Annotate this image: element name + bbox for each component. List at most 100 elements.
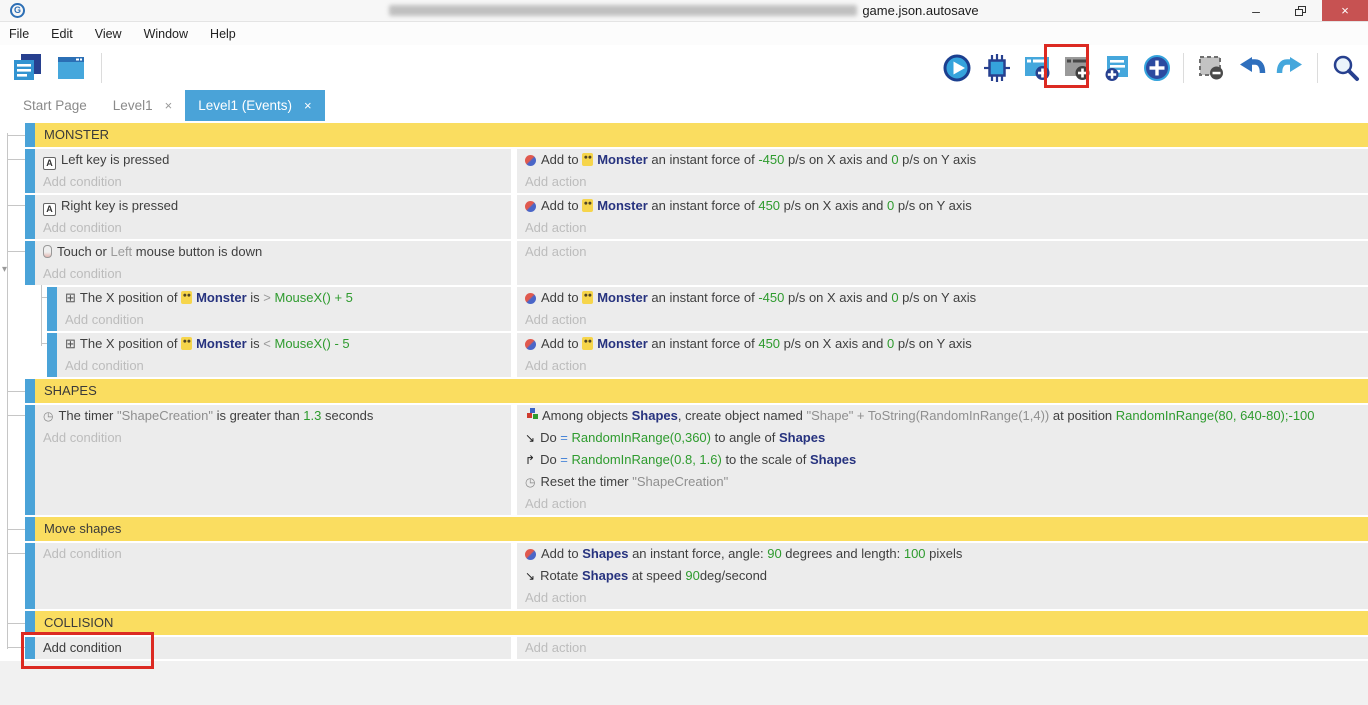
- event-handle-bar[interactable]: [25, 123, 35, 147]
- collapse-arrow-icon[interactable]: ▾: [2, 265, 7, 275]
- timer-icon: ◷: [525, 471, 535, 493]
- add-action-link[interactable]: Add action: [517, 637, 1368, 659]
- tab-level1[interactable]: Level1 ×: [100, 90, 185, 121]
- text-run: degrees and length:: [782, 546, 904, 561]
- add-other-event-button[interactable]: [1138, 49, 1175, 86]
- add-condition-link[interactable]: Add condition: [57, 355, 511, 377]
- delete-event-button[interactable]: [1192, 49, 1229, 86]
- event-row: ALeft key is pressedAdd condition Add to …: [25, 149, 1368, 193]
- add-condition-link[interactable]: Add condition: [35, 263, 511, 285]
- text-run: Reset the timer: [540, 474, 632, 489]
- menu-view[interactable]: View: [84, 27, 133, 41]
- event-handle-bar[interactable]: [25, 637, 35, 659]
- action-line[interactable]: ◷Reset the timer "ShapeCreation": [517, 471, 1368, 493]
- sub-events-group: ⊞The X position of Monster is > MouseX()…: [0, 287, 1368, 377]
- close-button[interactable]: ×: [1322, 0, 1368, 21]
- event-handle-bar[interactable]: [25, 543, 35, 609]
- debug-button[interactable]: [978, 49, 1015, 86]
- add-action-link[interactable]: Add action: [517, 309, 1368, 331]
- comment-label[interactable]: SHAPES: [35, 379, 1368, 403]
- add-action-link[interactable]: Add action: [517, 171, 1368, 193]
- conditions-cell: Add condition: [35, 637, 511, 659]
- menu-help[interactable]: Help: [199, 27, 247, 41]
- add-action-link[interactable]: Add action: [517, 587, 1368, 609]
- comment-label[interactable]: COLLISION: [35, 611, 1368, 635]
- comment-label[interactable]: MONSTER: [35, 123, 1368, 147]
- add-condition-link[interactable]: Add condition: [57, 309, 511, 331]
- add-action-link[interactable]: Add action: [517, 493, 1368, 515]
- action-line[interactable]: Add to Monster an instant force of -450 …: [517, 287, 1368, 309]
- tab-level1-events[interactable]: Level1 (Events) ×: [185, 90, 324, 121]
- condition-line[interactable]: ◷The timer "ShapeCreation" is greater th…: [35, 405, 511, 427]
- menu-window[interactable]: Window: [133, 27, 199, 41]
- minimize-button[interactable]: –: [1234, 0, 1278, 21]
- force-icon: [525, 549, 536, 560]
- event-handle-bar[interactable]: [47, 333, 57, 377]
- comment-row: MONSTER: [25, 123, 1368, 147]
- preview-play-button[interactable]: [938, 49, 975, 86]
- scene-editor-icon: [55, 52, 87, 84]
- tab-label: Level1: [113, 98, 153, 113]
- undo-button[interactable]: [1232, 49, 1269, 86]
- actions-cell: Add action: [517, 637, 1368, 659]
- menu-edit[interactable]: Edit: [40, 27, 84, 41]
- action-line[interactable]: Among objects Shapes, create object name…: [517, 405, 1368, 427]
- event-handle-bar[interactable]: [25, 379, 35, 403]
- comment-label[interactable]: Move shapes: [35, 517, 1368, 541]
- add-comment-button[interactable]: [1098, 49, 1135, 86]
- conditions-cell: Touch or Left mouse button is downAdd co…: [35, 241, 511, 285]
- events-empty-area: [0, 661, 1368, 705]
- event-handle-bar[interactable]: [25, 241, 35, 285]
- close-icon[interactable]: ×: [304, 98, 312, 113]
- actions-cell: Add to Monster an instant force of -450 …: [517, 287, 1368, 331]
- comment-row: SHAPES: [25, 379, 1368, 403]
- action-line[interactable]: Add to Monster an instant force of 450 p…: [517, 333, 1368, 355]
- event-handle-bar[interactable]: [25, 405, 35, 515]
- add-condition-link[interactable]: Add condition: [35, 171, 511, 193]
- action-line[interactable]: Add to Shapes an instant force, angle: 9…: [517, 543, 1368, 565]
- tab-bar: Start Page Level1 × Level1 (Events) ×: [0, 90, 1368, 121]
- add-condition-link[interactable]: Add condition: [35, 543, 511, 565]
- add-condition-link[interactable]: Add condition: [35, 427, 511, 449]
- redo-button[interactable]: [1272, 49, 1309, 86]
- close-icon[interactable]: ×: [165, 98, 173, 113]
- tab-start-page[interactable]: Start Page: [10, 90, 100, 121]
- add-event-button[interactable]: [1018, 49, 1055, 86]
- angle-icon: ↘: [525, 427, 535, 449]
- text-run: 90: [767, 546, 781, 561]
- event-handle-bar[interactable]: [25, 149, 35, 193]
- scene-editor-button[interactable]: [52, 49, 89, 86]
- search-button[interactable]: [1326, 49, 1363, 86]
- condition-line[interactable]: ⊞The X position of Monster is > MouseX()…: [57, 287, 511, 309]
- add-condition-link[interactable]: Add condition: [35, 637, 511, 659]
- project-manager-button[interactable]: [8, 49, 45, 86]
- condition-line[interactable]: ARight key is pressed: [35, 195, 511, 217]
- restore-button[interactable]: [1278, 0, 1322, 21]
- event-handle-bar[interactable]: [47, 287, 57, 331]
- add-action-link[interactable]: Add action: [517, 217, 1368, 239]
- add-action-link[interactable]: Add action: [517, 241, 1368, 263]
- action-line[interactable]: ↘Do = RandomInRange(0,360) to angle of S…: [517, 427, 1368, 449]
- action-line[interactable]: Add to Monster an instant force of -450 …: [517, 149, 1368, 171]
- condition-line[interactable]: ALeft key is pressed: [35, 149, 511, 171]
- event-row: ⊞The X position of Monster is > MouseX()…: [47, 287, 1368, 331]
- action-line[interactable]: ↘Rotate Shapes at speed 90deg/second: [517, 565, 1368, 587]
- event-handle-bar[interactable]: [25, 611, 35, 635]
- text-run: <: [263, 336, 274, 351]
- action-line[interactable]: ↱Do = RandomInRange(0.8, 1.6) to the sca…: [517, 449, 1368, 471]
- event-row: Add condition Add to Shapes an instant fo…: [25, 543, 1368, 609]
- add-subevent-button[interactable]: [1058, 49, 1095, 86]
- condition-line[interactable]: Touch or Left mouse button is down: [35, 241, 511, 263]
- action-line[interactable]: Add to Monster an instant force of 450 p…: [517, 195, 1368, 217]
- redo-icon: [1276, 53, 1306, 83]
- event-handle-bar[interactable]: [25, 195, 35, 239]
- text-run: Add to: [541, 152, 582, 167]
- event-handle-bar[interactable]: [25, 517, 35, 541]
- add-condition-link[interactable]: Add condition: [35, 217, 511, 239]
- text-run: is: [247, 336, 264, 351]
- menu-file[interactable]: File: [0, 27, 40, 41]
- add-action-link[interactable]: Add action: [517, 355, 1368, 377]
- text-run: 100: [904, 546, 926, 561]
- condition-line[interactable]: ⊞The X position of Monster is < MouseX()…: [57, 333, 511, 355]
- toolbar: [0, 45, 1368, 90]
